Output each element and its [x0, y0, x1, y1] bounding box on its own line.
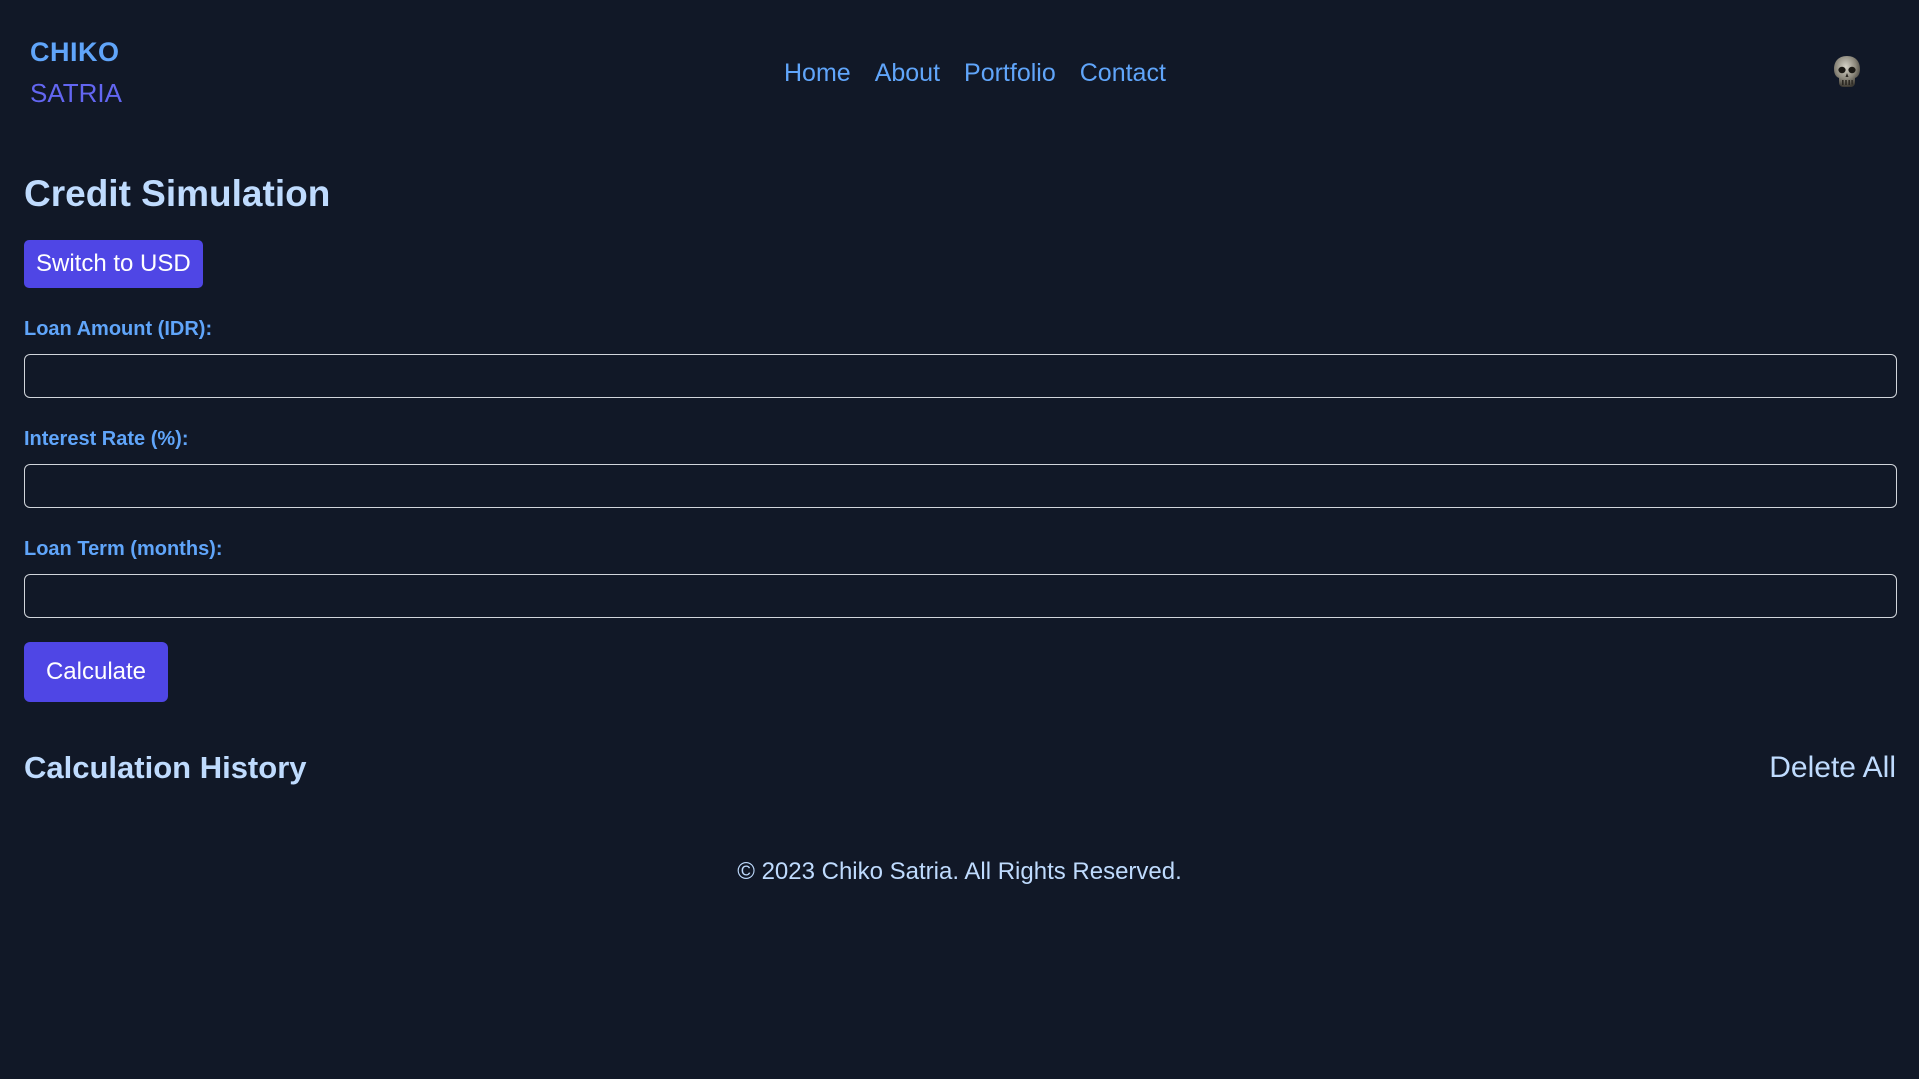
- nav-link-home[interactable]: Home: [784, 55, 851, 91]
- footer-copyright: © 2023 Chiko Satria. All Rights Reserved…: [737, 858, 1182, 885]
- delete-all-button[interactable]: Delete All: [1769, 748, 1896, 788]
- skull-icon[interactable]: [1832, 54, 1862, 90]
- loan-amount-label: Loan Amount (IDR):: [24, 318, 213, 340]
- switch-currency-button[interactable]: Switch to USD: [24, 240, 203, 288]
- calculate-button[interactable]: Calculate: [24, 642, 168, 702]
- brand-last-name: SATRIA: [30, 78, 122, 108]
- brand-first-name: CHIKO: [30, 37, 120, 67]
- nav-link-contact[interactable]: Contact: [1080, 55, 1166, 91]
- nav-link-portfolio[interactable]: Portfolio: [964, 55, 1056, 91]
- credit-simulation-section: Credit Simulation Switch to USD Loan Amo…: [24, 168, 1897, 788]
- loan-term-input[interactable]: [24, 574, 1897, 618]
- loan-term-label: Loan Term (months):: [24, 538, 223, 560]
- interest-rate-input[interactable]: [24, 464, 1897, 508]
- brand-logo[interactable]: CHIKO SATRIA: [30, 35, 122, 110]
- page-title: Credit Simulation: [24, 173, 331, 214]
- site-header: CHIKO SATRIA Home About Portfolio Contac…: [0, 0, 1919, 147]
- interest-rate-label: Interest Rate (%):: [24, 428, 189, 450]
- history-title: Calculation History: [24, 750, 307, 785]
- loan-amount-input[interactable]: [24, 354, 1897, 398]
- calculation-history-header: Calculation History Delete All: [24, 748, 1896, 788]
- nav-link-about[interactable]: About: [875, 55, 940, 91]
- main-nav: Home About Portfolio Contact: [784, 55, 1166, 91]
